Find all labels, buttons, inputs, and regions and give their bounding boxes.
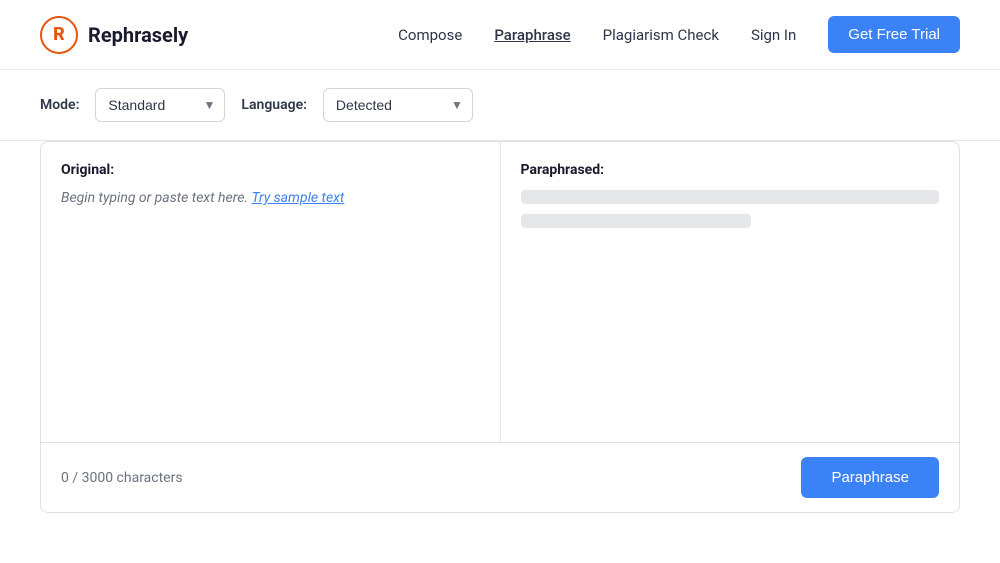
nav-links: Compose Paraphrase Plagiarism Check Sign…: [398, 16, 960, 53]
nav-paraphrase[interactable]: Paraphrase: [494, 26, 570, 44]
placeholder-text: Begin typing or paste text here.: [61, 190, 248, 206]
editor-footer: 0 / 3000 characters Paraphrase: [41, 442, 959, 512]
language-select-wrapper: Detected English Spanish French German I…: [323, 88, 473, 122]
char-count: 0 / 3000 characters: [61, 470, 183, 486]
header: R Rephrasely Compose Paraphrase Plagiari…: [0, 0, 1000, 70]
nav-signin[interactable]: Sign In: [751, 26, 796, 44]
logo-area: R Rephrasely: [40, 16, 188, 54]
paraphrased-panel-title: Paraphrased:: [521, 162, 940, 178]
mode-select-wrapper: Standard Fluency Formal Simple Creative …: [95, 88, 225, 122]
nav-plagiarism[interactable]: Plagiarism Check: [603, 26, 719, 44]
skeleton-line-1: [521, 190, 940, 204]
original-panel-title: Original:: [61, 162, 480, 178]
logo-icon: R: [40, 16, 78, 54]
paraphrased-skeleton: [521, 190, 940, 238]
skeleton-line-2: [521, 214, 751, 228]
original-panel: Original: Begin typing or paste text her…: [41, 142, 501, 442]
language-select[interactable]: Detected English Spanish French German I…: [323, 88, 473, 122]
logo-name: Rephrasely: [88, 23, 188, 47]
editor-container: Original: Begin typing or paste text her…: [40, 141, 960, 513]
controls-bar: Mode: Standard Fluency Formal Simple Cre…: [0, 70, 1000, 141]
original-placeholder: Begin typing or paste text here. Try sam…: [61, 190, 480, 206]
nav-compose[interactable]: Compose: [398, 26, 462, 44]
editor-panels: Original: Begin typing or paste text her…: [41, 142, 959, 442]
mode-label: Mode:: [40, 97, 79, 113]
paraphrased-panel: Paraphrased:: [501, 142, 960, 442]
paraphrase-button[interactable]: Paraphrase: [801, 457, 939, 498]
get-free-trial-button[interactable]: Get Free Trial: [828, 16, 960, 53]
try-sample-link[interactable]: Try sample text: [251, 190, 344, 206]
mode-select[interactable]: Standard Fluency Formal Simple Creative …: [95, 88, 225, 122]
language-label: Language:: [241, 97, 307, 113]
